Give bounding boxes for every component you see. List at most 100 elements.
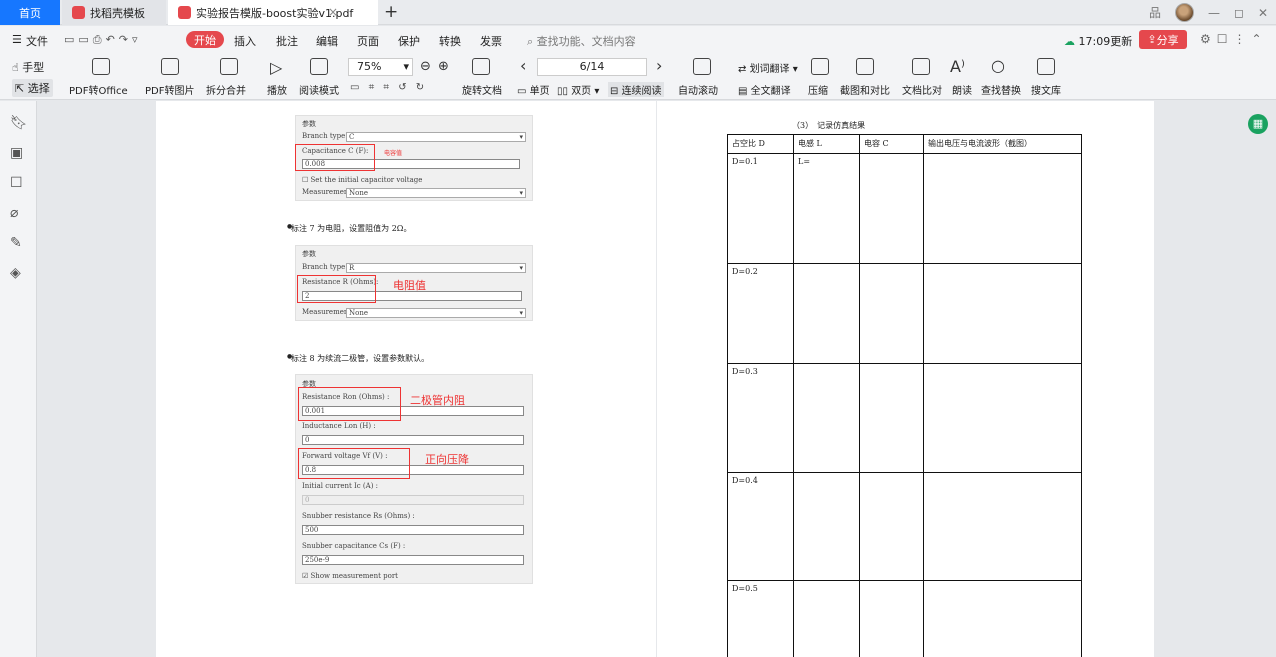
menu-annotate[interactable]: 批注 [276,33,298,49]
word-translate-button[interactable]: ⇄ 划词翻译 ▾ [738,60,798,75]
ic-value: 0 [302,495,524,505]
zoom-select[interactable]: 75% ▾ [348,58,413,76]
hand-icon: ☝ [12,61,23,74]
tab-template[interactable]: 找稻壳模板 [62,0,166,25]
find-replace-button[interactable]: 查找替换 [981,82,1021,97]
table-tool-icon[interactable]: ▦ [1248,114,1268,134]
page-number-input[interactable]: 6/14 [537,58,647,76]
waveform-cell [923,472,1082,581]
menu-page[interactable]: 页面 [357,33,379,49]
avatar[interactable] [1174,3,1194,22]
table-row: D=0.1 L= [727,153,1082,264]
single-page-button[interactable]: ▭ 单页 [517,82,550,97]
full-translate-button[interactable]: ▤ 全文翻译 [738,82,791,97]
menu-insert[interactable]: 插入 [234,33,256,49]
duty-cell: D=0.4 [727,472,794,581]
screenshot-icon [856,58,874,75]
library-button[interactable]: 搜文库 [1031,82,1061,97]
zoom-in-icon[interactable]: ⊕ [438,59,449,75]
split-merge-icon [220,58,238,75]
play-button[interactable]: 播放 [267,82,287,97]
tab-close-icon[interactable]: × [328,5,338,19]
select-tool[interactable]: ⇱ 选择 [12,79,53,97]
view-tools-icons[interactable]: ▭ ⌗ ⌗ ↺ ↻ [350,82,427,93]
split-merge-button[interactable]: 拆分合并 [206,82,246,97]
menu-start[interactable]: 开始 [186,31,224,48]
tab-document[interactable]: 实验报告模版-boost实验v1.pdf [168,0,378,25]
menu-icon[interactable]: ☰ [12,33,22,46]
branch-type-select: R [346,263,526,273]
read-aloud-icon: A⁾ [950,57,965,76]
pdf-to-office-icon [92,58,110,75]
single-page-icon: ▭ [517,86,530,97]
continuous-read-button[interactable]: ⊟ 连续阅读 [608,82,664,97]
apps-grid-icon[interactable]: 品 [1149,4,1161,21]
tab-bar: 首页 找稻壳模板 实验报告模版-boost实验v1.pdf × + 品 — ◻ … [0,0,1276,25]
highlight-box [297,275,376,303]
zoom-out-icon[interactable]: ⊖ [420,59,431,75]
comment-icon[interactable]: ☐ [10,175,23,191]
next-page-icon[interactable]: › [656,58,662,74]
chevron-down-icon: ▾ [403,60,409,73]
attachment-icon[interactable]: ⌀ [10,205,18,221]
table-row: D=0.2 [727,263,1082,364]
thumbnail-icon[interactable]: ▣ [10,145,23,161]
doc-compare-icon [912,58,930,75]
find-replace-icon: ○ [991,56,1005,75]
quick-access-icons[interactable]: ▭▭⎙↶↷▿ [64,33,142,47]
more-options-icons[interactable]: ⚙☐⋮⌃ [1200,32,1268,46]
search-icon: ⌕ [527,35,537,48]
menu-bar: ☰ 文件 ▭▭⎙↶↷▿ 开始 插入 批注 编辑 页面 保护 转换 发票 ⌕ 查找… [0,26,1276,54]
duty-cell: D=0.3 [727,363,794,473]
compress-icon [811,58,829,75]
new-tab-icon[interactable]: + [384,2,398,22]
menu-protect[interactable]: 保护 [398,33,420,49]
cloud-sync-status[interactable]: ☁ 17:09更新 [1064,33,1132,49]
tab-template-label: 找稻壳模板 [90,6,145,20]
menu-invoice[interactable]: 发票 [480,33,502,49]
pdf-icon [178,6,191,19]
minimize-icon[interactable]: — [1208,6,1220,20]
inductance-cell [793,263,860,364]
panel-title: 参数 [302,120,316,128]
menu-edit[interactable]: 编辑 [316,33,338,49]
share-icon: ⇪ [1147,33,1157,46]
lon-value: 0 [302,435,524,445]
cloud-icon: ☁ [1064,35,1079,48]
pdf-to-office-button[interactable]: PDF转Office [69,82,128,97]
compress-button[interactable]: 压缩 [808,82,828,97]
highlight-box [298,448,410,479]
close-window-icon[interactable]: ✕ [1258,6,1268,20]
tab-home[interactable]: 首页 [0,0,60,25]
menu-convert[interactable]: 转换 [439,33,461,49]
rotate-button[interactable]: 旋转文档 [462,82,502,97]
branch-type-label: Branch type: [302,263,348,271]
signature-icon[interactable]: ✎ [10,235,22,251]
prev-page-icon[interactable]: ‹ [520,58,526,74]
read-aloud-button[interactable]: 朗读 [952,82,972,97]
auto-scroll-icon [693,58,711,75]
menu-file[interactable]: 文件 [26,33,48,49]
rs-value: 500 [302,525,524,535]
bookmark-icon[interactable]: 🔖︎ [10,115,28,131]
share-button[interactable]: ⇪ 分享 [1139,30,1187,49]
measurements-select: None [346,308,526,318]
capacitance-cell [859,263,924,364]
screenshot-compare-button[interactable]: 截图和对比 [840,82,890,97]
document-workspace[interactable]: ▦ 参数 Branch type: C Capacitance C (F): 电… [38,101,1276,657]
duty-cell: D=0.5 [727,580,794,657]
search-input[interactable]: ⌕ 查找功能、文档内容 [527,33,636,49]
layers-icon[interactable]: ◈ [10,265,21,281]
highlight-box [295,144,375,171]
rotate-icon [472,58,490,75]
branch-type-label: Branch type: [302,132,348,140]
auto-scroll-button[interactable]: 自动滚动 [678,82,718,97]
pdf-to-image-button[interactable]: PDF转图片 [145,82,194,97]
restore-icon[interactable]: ◻ [1234,6,1244,20]
read-mode-button[interactable]: 阅读模式 [299,82,339,97]
hand-tool[interactable]: ☝ 手型 [12,59,44,75]
double-page-button[interactable]: ▯▯ 双页 ▾ [557,82,599,97]
double-page-icon: ▯▯ [557,86,572,97]
table-row: D=0.3 [727,363,1082,473]
doc-compare-button[interactable]: 文档比对 [902,82,942,97]
